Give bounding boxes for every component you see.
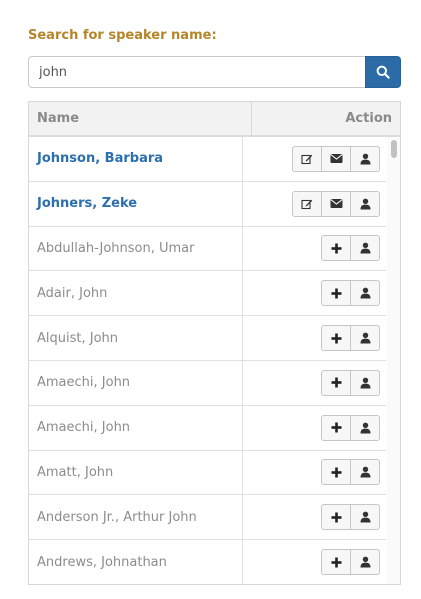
search-input[interactable] (28, 56, 365, 88)
action-cell (243, 227, 386, 271)
user-icon (360, 332, 371, 344)
plus-icon (331, 467, 342, 478)
plus-icon (331, 557, 342, 568)
plus-icon (331, 422, 342, 433)
action-cell (243, 406, 386, 450)
edit-icon (301, 198, 313, 210)
table-row: Amaechi, John (29, 360, 386, 406)
action-cell (243, 451, 386, 495)
user-icon (360, 377, 371, 389)
table-row: Anderson Jr., Arthur John (29, 495, 386, 541)
action-button-group (321, 504, 380, 531)
action-cell (243, 137, 386, 181)
plus-icon (331, 377, 342, 388)
scrollbar[interactable] (387, 137, 400, 584)
search-button[interactable] (365, 56, 401, 88)
speaker-name-link[interactable]: Johners, Zeke (29, 181, 243, 226)
table-row: Andrews, Johnathan (29, 540, 386, 584)
profile-button[interactable] (350, 369, 380, 396)
action-button-group (292, 190, 380, 217)
action-cell (243, 495, 386, 539)
speaker-name: Anderson Jr., Arthur John (29, 495, 243, 540)
add-button[interactable] (321, 325, 351, 352)
action-button-group (321, 280, 380, 307)
plus-icon (331, 243, 342, 254)
action-button-group (321, 235, 380, 262)
add-button[interactable] (321, 235, 351, 262)
plus-icon (331, 512, 342, 523)
search-label: Search for speaker name: (28, 28, 217, 43)
speaker-name: Amaechi, John (29, 360, 243, 405)
speaker-name: Amaechi, John (29, 405, 243, 450)
search-icon (376, 65, 390, 79)
table-row: Johnson, Barbara (29, 137, 386, 182)
envelope-icon (329, 198, 343, 209)
action-cell (243, 361, 386, 405)
speaker-name-link[interactable]: Johnson, Barbara (29, 137, 243, 181)
action-button-group (321, 459, 380, 486)
email-button[interactable] (321, 190, 351, 217)
add-button[interactable] (321, 280, 351, 307)
scrollbar-thumb[interactable] (391, 140, 397, 158)
profile-button[interactable] (350, 325, 380, 352)
add-button[interactable] (321, 369, 351, 396)
profile-button[interactable] (350, 190, 380, 217)
profile-button[interactable] (350, 145, 380, 172)
column-header-name[interactable]: Name (29, 102, 252, 135)
profile-button[interactable] (350, 504, 380, 531)
speaker-name: Amatt, John (29, 450, 243, 495)
table-row: Alquist, John (29, 316, 386, 361)
action-cell (243, 271, 386, 315)
user-icon (360, 198, 371, 210)
user-icon (360, 556, 371, 568)
profile-button[interactable] (350, 235, 380, 262)
table-row: Abdullah-Johnson, Umar (29, 226, 386, 272)
user-icon (360, 287, 371, 299)
profile-button[interactable] (350, 549, 380, 576)
action-button-group (321, 325, 380, 352)
action-cell (243, 316, 386, 360)
add-button[interactable] (321, 459, 351, 486)
profile-button[interactable] (350, 459, 380, 486)
action-cell (243, 182, 386, 226)
user-icon (360, 153, 371, 165)
search-bar (28, 56, 401, 88)
action-button-group (321, 369, 380, 396)
action-button-group (292, 145, 380, 172)
speaker-name: Andrews, Johnathan (29, 540, 243, 584)
add-button[interactable] (321, 504, 351, 531)
action-cell (243, 540, 386, 584)
table-row: Adair, John (29, 271, 386, 317)
user-icon (360, 466, 371, 478)
edit-button[interactable] (292, 145, 322, 172)
user-icon (360, 242, 371, 254)
profile-button[interactable] (350, 414, 380, 441)
column-header-action: Action (345, 111, 392, 126)
add-button[interactable] (321, 549, 351, 576)
speaker-name: Adair, John (29, 271, 243, 316)
speaker-name: Alquist, John (29, 316, 243, 360)
speaker-table: Name Action Johnson, Barbara Johners, Zek… (28, 101, 401, 585)
edit-button[interactable] (292, 190, 322, 217)
add-button[interactable] (321, 414, 351, 441)
table-row: Johners, Zeke (29, 181, 386, 227)
action-button-group (321, 414, 380, 441)
profile-button[interactable] (350, 280, 380, 307)
table-body: Johnson, Barbara Johners, Zeke Abdullah-Jo… (29, 137, 386, 584)
envelope-icon (329, 153, 343, 164)
table-row: Amaechi, John (29, 405, 386, 451)
plus-icon (331, 333, 342, 344)
user-icon (360, 422, 371, 434)
plus-icon (331, 288, 342, 299)
action-button-group (321, 549, 380, 576)
email-button[interactable] (321, 145, 351, 172)
speaker-name: Abdullah-Johnson, Umar (29, 226, 243, 271)
table-row: Amatt, John (29, 450, 386, 496)
edit-icon (301, 153, 313, 165)
user-icon (360, 511, 371, 523)
table-header: Name Action (29, 102, 400, 137)
